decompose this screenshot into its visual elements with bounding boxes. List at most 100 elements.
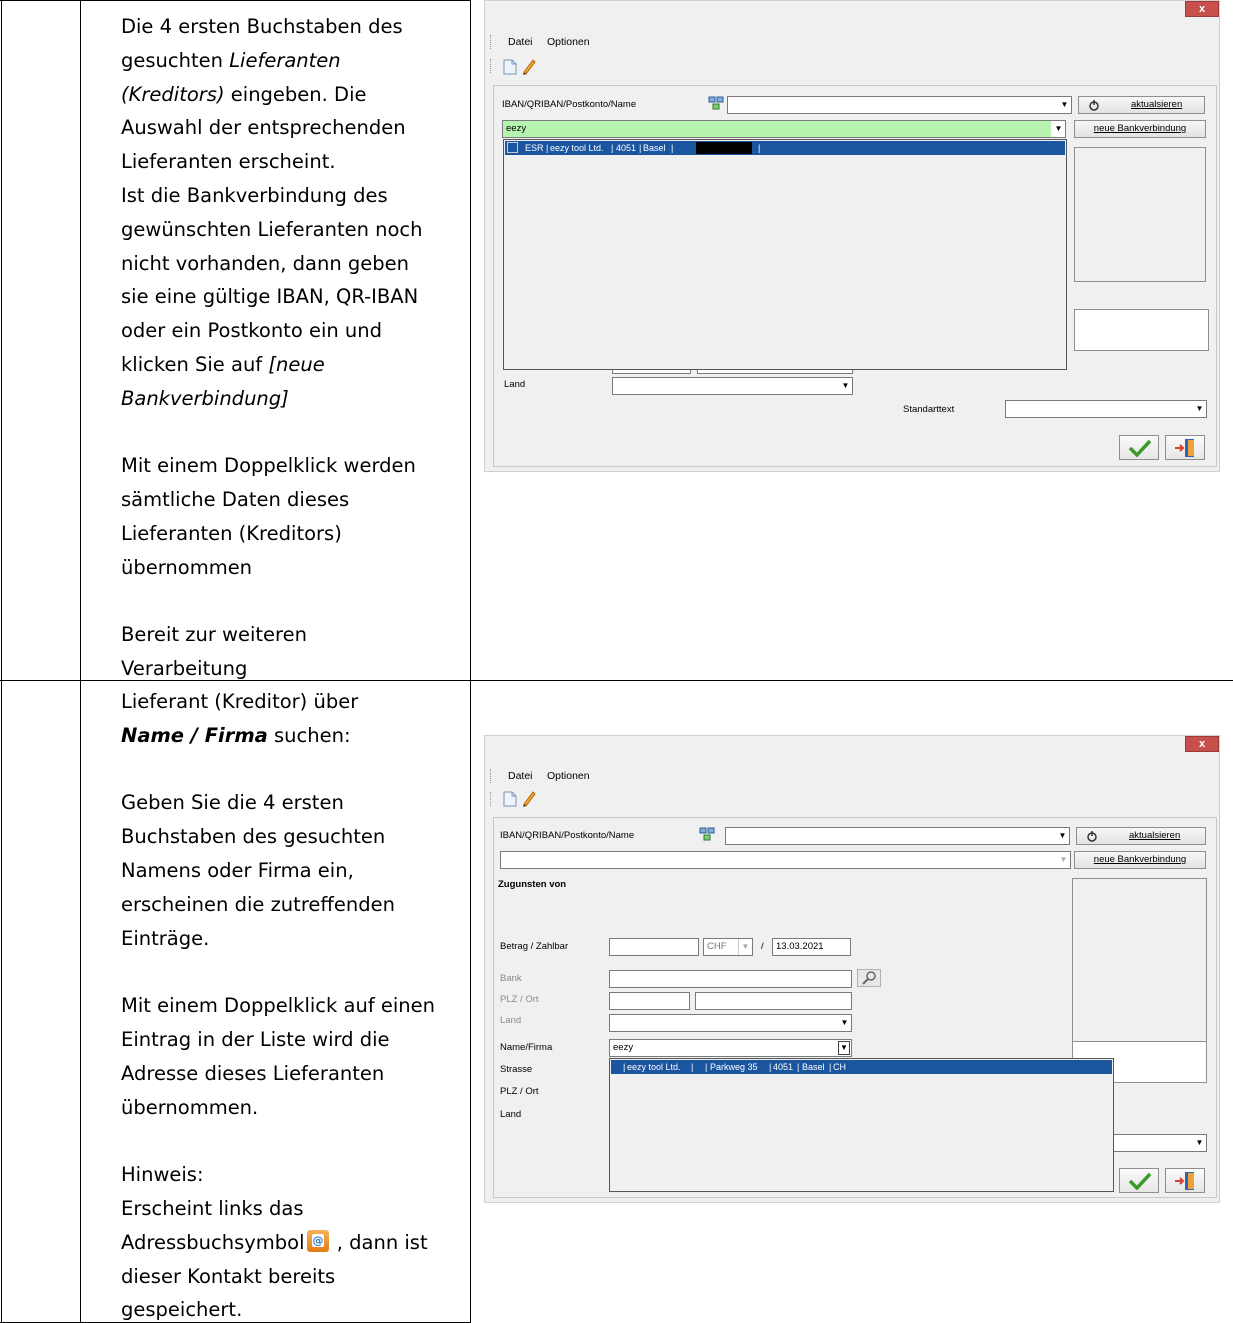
chevron-down-icon[interactable]: ▼ xyxy=(1057,97,1071,113)
result-name: eezy tool Ltd. xyxy=(627,1062,681,1072)
plz-ort-label: PLZ / Ort xyxy=(500,994,539,1005)
name-firma-combo[interactable]: eezy ▼ xyxy=(609,1039,852,1057)
new-bank-label: neue Bankverbindung xyxy=(1093,123,1187,134)
text-line: übernommen xyxy=(121,555,253,579)
text-line: Erscheint links das xyxy=(121,1196,304,1220)
text-italic: (Kreditors) xyxy=(121,82,225,106)
text-line: Namens oder Firma ein, xyxy=(121,858,354,882)
text-line: gewünschten Lieferanten noch xyxy=(121,217,423,241)
table-top-border xyxy=(0,0,471,1)
power-icon xyxy=(1087,831,1097,842)
bank-label: Bank xyxy=(500,973,522,984)
refresh-button[interactable]: aktualsieren xyxy=(1078,96,1205,114)
chevron-down-icon[interactable]: ▼ xyxy=(837,1015,851,1031)
chevron-down-icon[interactable]: ▼ xyxy=(1056,852,1070,868)
text-line: gesuchten xyxy=(121,48,230,72)
exit-button[interactable] xyxy=(1165,1168,1205,1193)
amount-input[interactable] xyxy=(609,938,699,956)
text-line: Buchstaben des gesuchten xyxy=(121,825,386,849)
address-book-icon: @ xyxy=(306,1229,329,1252)
text-line: Mit einem Doppelklick werden xyxy=(121,454,416,478)
ort-input[interactable] xyxy=(695,992,852,1010)
land-label: Land xyxy=(500,1015,522,1026)
text-line: Geben Sie die 4 ersten xyxy=(121,791,344,815)
result-type: ESR xyxy=(525,143,544,153)
confirm-button[interactable] xyxy=(1119,1168,1159,1193)
chevron-down-icon[interactable]: ▼ xyxy=(738,939,752,955)
iban-combo[interactable]: ▼ xyxy=(727,96,1072,114)
iban-label: IBAN/QRIBAN/Postkonto/Name xyxy=(500,830,635,841)
new-bank-connection-button[interactable]: neue Bankverbindung xyxy=(1074,120,1206,138)
text-line: Auswahl der entsprechenden xyxy=(121,116,406,140)
text-line: Lieferant (Kreditor) über xyxy=(121,690,359,713)
close-button[interactable]: x xyxy=(1185,1,1219,17)
refresh-button[interactable]: aktualsieren xyxy=(1076,827,1206,845)
chevron-down-icon[interactable]: ▼ xyxy=(838,378,852,394)
new-bank-label: neue Bankverbindung xyxy=(1093,854,1187,865)
new-bank-connection-button[interactable]: neue Bankverbindung xyxy=(1074,851,1206,869)
search-value: eezy xyxy=(506,123,527,134)
menu-datei[interactable]: Datei xyxy=(508,36,533,48)
standard-text-combo[interactable]: ▼ xyxy=(1005,400,1207,418)
zugunsten-label: Zugunsten von xyxy=(498,879,567,890)
new-document-icon[interactable] xyxy=(503,59,517,75)
name-results-list[interactable]: | eezy tool Ltd. | | Parkweg 35 | 4051 |… xyxy=(609,1058,1114,1192)
list-item[interactable]: ESR | eezy tool Ltd. | 4051 | Basel | | xyxy=(505,141,1065,155)
menu-optionen[interactable]: Optionen xyxy=(547,770,590,782)
iban-label: IBAN/QRIBAN/Postkonto/Name xyxy=(502,99,637,110)
result-street: Parkweg 35 xyxy=(710,1062,758,1072)
iban-combo[interactable]: ▼ xyxy=(725,827,1070,845)
text-line: eingeben. Die xyxy=(224,82,367,106)
menu-datei[interactable]: Datei xyxy=(508,770,533,782)
menu-grip xyxy=(490,769,493,783)
close-button[interactable]: x xyxy=(1185,736,1219,752)
currency-combo[interactable]: CHF ▼ xyxy=(703,938,753,956)
toolbar-grip xyxy=(490,59,493,73)
list-item[interactable]: | eezy tool Ltd. | | Parkweg 35 | 4051 |… xyxy=(611,1060,1112,1074)
text-line: Eintrag in der Liste wird die xyxy=(121,1027,390,1051)
due-date-value: 13.03.2021 xyxy=(776,941,824,952)
text-line: Die 4 ersten Buchstaben des xyxy=(121,15,403,38)
text-line: Lieferanten erscheint. xyxy=(121,150,336,174)
supplier-search-input[interactable]: ▼ xyxy=(500,851,1071,869)
network-icon[interactable] xyxy=(708,96,724,110)
chevron-down-icon[interactable]: ▼ xyxy=(1051,121,1065,137)
edit-pencil-icon[interactable] xyxy=(521,789,537,807)
chevron-down-icon[interactable]: ▼ xyxy=(838,1041,850,1055)
confirm-button[interactable] xyxy=(1119,435,1159,460)
land-combo[interactable]: ▼ xyxy=(612,377,853,395)
text-bold-italic: Name / Firma xyxy=(121,723,268,747)
result-country: CH xyxy=(833,1062,846,1072)
exit-button[interactable] xyxy=(1165,435,1205,460)
text-line: Bereit zur weiteren xyxy=(121,623,307,647)
checkmark-icon xyxy=(1128,1172,1152,1190)
chevron-down-icon[interactable]: ▼ xyxy=(1192,401,1206,417)
toolbar-grip xyxy=(490,792,493,806)
land-combo[interactable]: ▼ xyxy=(609,1014,852,1032)
row2-instructions: Lieferant (Kreditor) über Name / Firma s… xyxy=(121,685,466,1323)
result-city: Basel xyxy=(802,1062,825,1072)
bank-input[interactable] xyxy=(609,970,852,988)
result-city: Basel xyxy=(643,143,666,153)
edit-pencil-icon[interactable] xyxy=(521,57,537,75)
due-date-input[interactable]: 13.03.2021 xyxy=(772,938,851,956)
text-line: Adresse dieses Lieferanten xyxy=(121,1061,385,1085)
supplier-results-list[interactable]: ESR | eezy tool Ltd. | 4051 | Basel | | xyxy=(503,139,1067,370)
supplier-search-input[interactable]: eezy ▼ xyxy=(502,120,1066,138)
power-icon xyxy=(1089,100,1099,111)
search-magnifier-icon[interactable] xyxy=(857,969,881,987)
table-left-border xyxy=(1,0,2,1323)
supplier-search-window-2: x Datei Optionen IBAN/QRIBAN/Postkonto/N… xyxy=(484,735,1220,1203)
info-panel xyxy=(1072,878,1207,1052)
network-icon[interactable] xyxy=(699,827,715,841)
text-line: Adressbuchsymbol xyxy=(121,1230,305,1254)
plz-input[interactable] xyxy=(609,992,690,1010)
menu-optionen[interactable]: Optionen xyxy=(547,36,590,48)
chevron-down-icon[interactable]: ▼ xyxy=(1055,828,1069,844)
row1-instructions: Die 4 ersten Buchstaben des gesuchten Li… xyxy=(121,10,466,686)
name-firma-value: eezy xyxy=(613,1042,634,1053)
new-document-icon[interactable] xyxy=(503,791,517,807)
chevron-down-icon[interactable]: ▼ xyxy=(1192,1135,1206,1151)
land-label: Land xyxy=(504,379,526,390)
supplier-search-window-1: x Datei Optionen IBAN/QRIBAN/Postkonto/N… xyxy=(484,0,1220,472)
